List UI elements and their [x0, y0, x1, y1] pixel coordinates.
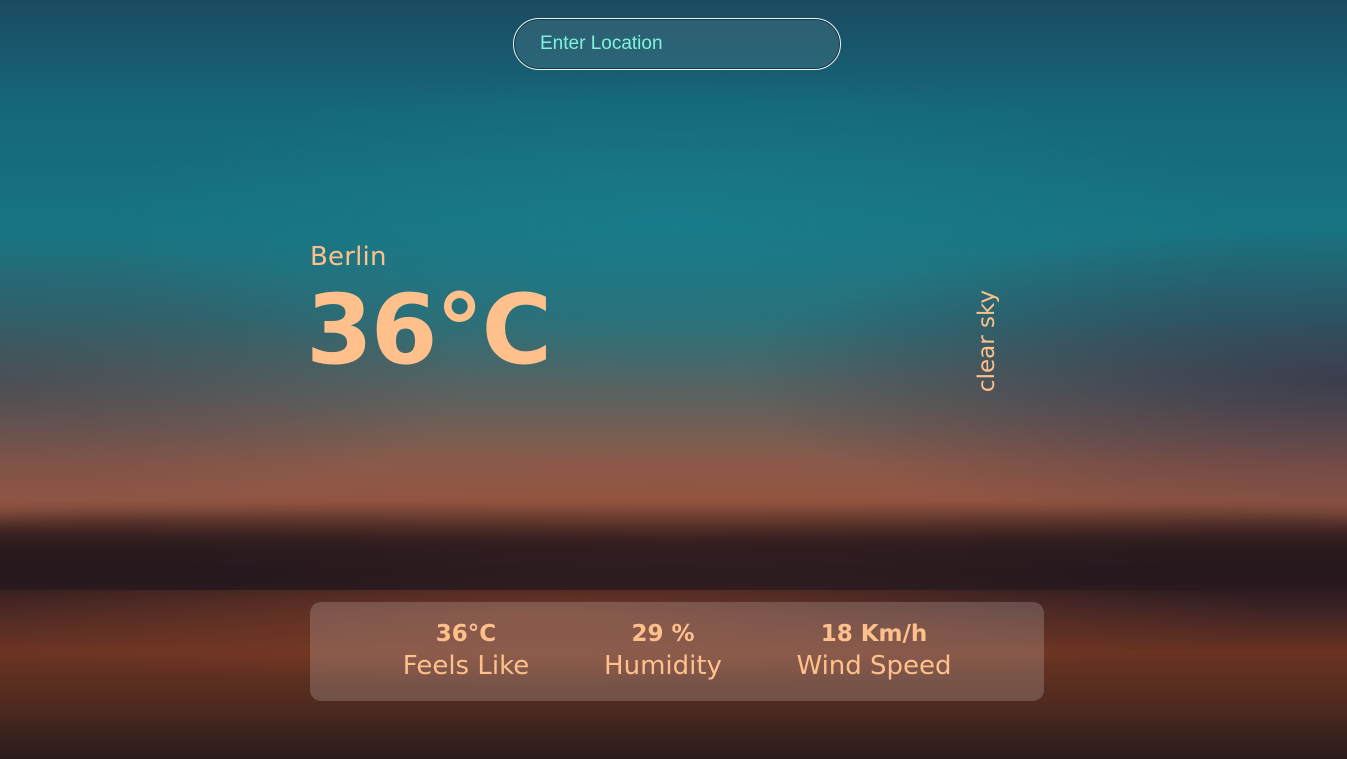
current-temperature: 36°C	[306, 274, 552, 386]
weather-description: clear sky	[970, 286, 1004, 396]
feels-like-stat: 36°C Feels Like	[394, 619, 538, 683]
weather-stats-panel: 36°C Feels Like 29 % Humidity 18 Km/h Wi…	[310, 602, 1044, 701]
humidity-stat: 29 % Humidity	[598, 619, 728, 683]
city-name: Berlin	[310, 242, 387, 272]
weather-description-text: clear sky	[974, 289, 1000, 393]
search-bar	[513, 18, 841, 70]
humidity-label: Humidity	[604, 651, 722, 681]
wind-speed-stat: 18 Km/h Wind Speed	[790, 619, 958, 683]
wind-speed-value: 18 Km/h	[820, 621, 928, 647]
location-search-input[interactable]	[513, 18, 841, 70]
background-hills	[0, 505, 1347, 595]
feels-like-label: Feels Like	[402, 651, 530, 681]
wind-speed-label: Wind Speed	[796, 651, 952, 681]
feels-like-value: 36°C	[435, 621, 497, 647]
humidity-value: 29 %	[631, 621, 695, 647]
